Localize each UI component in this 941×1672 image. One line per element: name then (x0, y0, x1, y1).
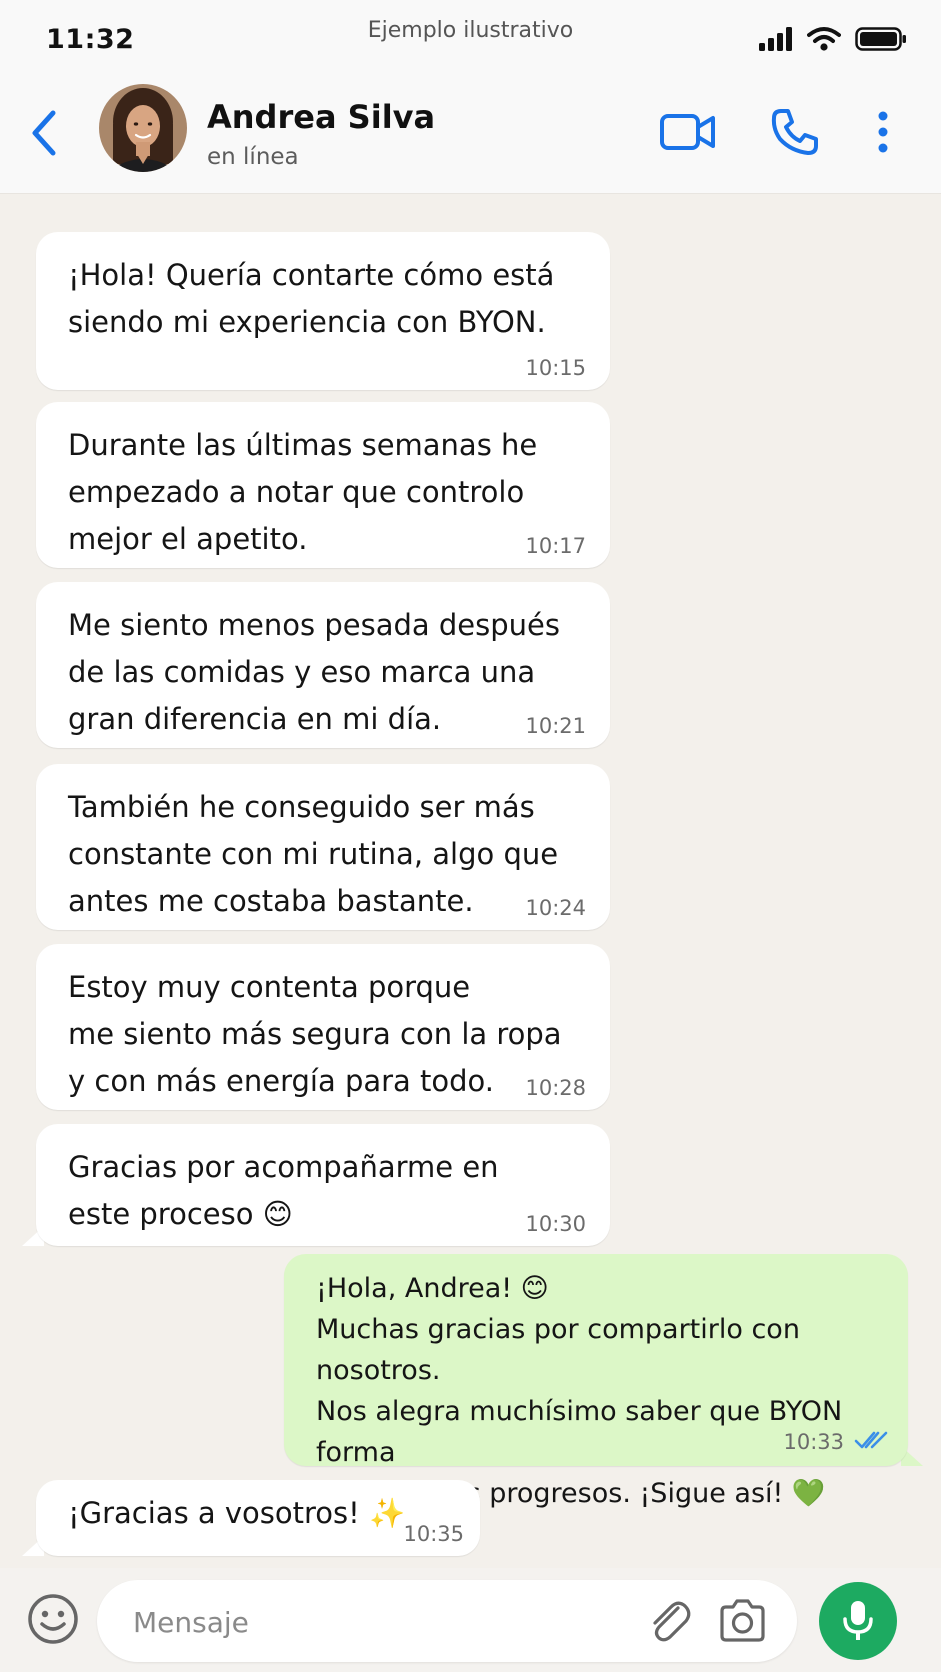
back-icon (32, 110, 56, 156)
message-bubble-incoming[interactable]: Durante las últimas semanas he empezado … (36, 402, 610, 568)
message-time: 10:15 (525, 356, 586, 380)
message-input-container (97, 1580, 797, 1662)
message-bubble-incoming[interactable]: Estoy muy contenta porque me siento más … (36, 944, 610, 1110)
message-time: 10:28 (525, 1076, 586, 1100)
message-time: 10:21 (525, 714, 586, 738)
camera-icon (720, 1599, 765, 1642)
message-bubble-incoming[interactable]: ¡Gracias a vosotros! ✨ 10:35 (36, 1480, 480, 1556)
message-time: 10:24 (525, 896, 586, 920)
message-text: ¡Hola! Quería contarte cómo está siendo … (68, 258, 555, 339)
back-button[interactable] (22, 106, 66, 160)
message-text: Me siento menos pesada después de las co… (68, 608, 560, 736)
contact-name[interactable]: Andrea Silva (207, 98, 435, 136)
message-bubble-incoming[interactable]: ¡Hola! Quería contarte cómo está siendo … (36, 232, 610, 390)
status-bar: 11:32 Ejemplo ilustrativo (0, 0, 941, 78)
wifi-icon (807, 27, 841, 51)
message-bubble-incoming[interactable]: Gracias por acompañarme en este proceso … (36, 1124, 610, 1246)
more-options-icon (878, 111, 888, 153)
contact-status: en línea (207, 144, 299, 170)
voice-call-button[interactable] (765, 102, 825, 162)
mic-icon (843, 1601, 873, 1640)
avatar-image (99, 84, 187, 172)
video-call-icon (660, 114, 715, 150)
message-text: También he conseguido ser más constante … (68, 790, 559, 918)
battery-icon (855, 27, 906, 51)
attach-button[interactable] (642, 1594, 696, 1648)
message-time: 10:30 (525, 1212, 586, 1236)
more-options-button[interactable] (868, 102, 898, 162)
chat-header: Andrea Silva en línea (0, 78, 941, 194)
read-receipt-icon (854, 1431, 888, 1449)
message-input[interactable] (131, 1596, 635, 1648)
message-text: ¡Gracias a vosotros! ✨ (68, 1496, 406, 1530)
camera-button[interactable] (715, 1594, 769, 1648)
avatar[interactable] (99, 84, 187, 172)
message-time: 10:35 (403, 1522, 464, 1546)
voice-record-button[interactable] (819, 1582, 897, 1660)
message-bubble-incoming[interactable]: También he conseguido ser más constante … (36, 764, 610, 930)
message-time: 10:17 (525, 534, 586, 558)
emoji-button[interactable] (26, 1592, 80, 1646)
message-bubble-incoming[interactable]: Me siento menos pesada después de las co… (36, 582, 610, 748)
video-call-button[interactable] (656, 102, 720, 162)
chat-area[interactable]: ¡Hola! Quería contarte cómo está siendo … (0, 194, 941, 1568)
message-text: Estoy muy contenta porque me siento más … (68, 970, 562, 1098)
status-icons (759, 26, 907, 52)
phone-icon (771, 109, 818, 155)
message-time: 10:33 (783, 1430, 844, 1454)
message-composer (0, 1568, 941, 1672)
message-text: ¡Hola, Andrea! 😊 Muchas gracias por comp… (316, 1273, 843, 1509)
attach-icon (653, 1601, 691, 1642)
message-text: Durante las últimas semanas he empezado … (68, 428, 538, 556)
emoji-icon (28, 1594, 78, 1644)
signal-icon (759, 27, 792, 51)
message-bubble-outgoing[interactable]: ¡Hola, Andrea! 😊 Muchas gracias por comp… (284, 1254, 908, 1509)
message-text: Gracias por acompañarme en este proceso … (68, 1150, 499, 1231)
